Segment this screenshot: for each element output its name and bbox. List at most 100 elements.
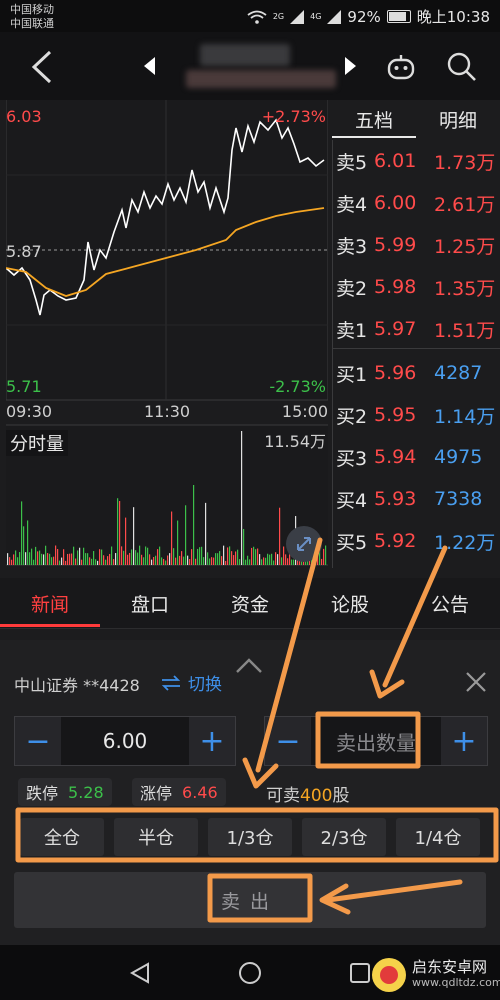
tab-forum[interactable]: 论股: [300, 578, 400, 628]
volume-bar: [67, 553, 69, 565]
level-price: 5.95: [374, 404, 417, 426]
volume-bar: [59, 560, 61, 565]
volume-bar: [253, 546, 255, 565]
collapse-panel-icon[interactable]: [234, 656, 264, 676]
volume-bar: [225, 560, 227, 565]
volume-bar: [145, 546, 147, 565]
volume-bar: [159, 546, 161, 565]
volume-bar: [233, 555, 235, 565]
nav-home-icon[interactable]: [238, 961, 262, 985]
position-half-button[interactable]: 半仓: [114, 818, 198, 856]
tab-market[interactable]: 盘口: [100, 578, 200, 628]
level-label: 卖3: [336, 235, 368, 258]
level-label: 买1: [336, 363, 368, 386]
carrier-2: 中国联通: [10, 17, 54, 30]
chevron-left-icon[interactable]: [30, 50, 54, 84]
tab-announcements[interactable]: 公告: [400, 578, 500, 628]
time-start-label: 09:30: [6, 402, 53, 421]
volume-title: 分时量: [6, 430, 68, 456]
volume-bar: [227, 547, 229, 565]
buy-level-1[interactable]: 买1 5.96 4287: [332, 352, 500, 394]
level-price: 5.99: [374, 234, 417, 256]
volume-bar: [209, 558, 211, 565]
tab-detail[interactable]: 明细: [416, 102, 500, 136]
low-pct-label: -2.73%: [269, 377, 326, 396]
search-icon[interactable]: [447, 52, 477, 82]
prev-stock-icon[interactable]: [142, 56, 156, 76]
volume-bar: [57, 549, 59, 565]
clock: 晚上10:38: [416, 8, 490, 26]
sell-level-5[interactable]: 卖5 6.01 1.73万: [332, 140, 500, 182]
tab-funds[interactable]: 资金: [200, 578, 300, 628]
level-price: 5.94: [374, 446, 417, 468]
buy-level-2[interactable]: 买2 5.95 1.14万: [332, 394, 500, 436]
switch-account-button[interactable]: 切换: [160, 670, 222, 695]
sell-button[interactable]: 卖出: [14, 872, 486, 928]
sell-level-1[interactable]: 卖1 5.97 1.51万: [332, 308, 500, 350]
price-increase-button[interactable]: +: [189, 717, 235, 765]
time-mid-label: 11:30: [144, 402, 191, 421]
intraday-chart[interactable]: 6.03 +2.73% 5.87 5.71 -2.73% 09:30 11:30…: [6, 100, 328, 570]
volume-bar: [195, 558, 197, 565]
volume-bar: [235, 551, 237, 565]
qty-decrease-button[interactable]: −: [265, 717, 311, 765]
volume-bar: [175, 557, 177, 565]
volume-bar: [93, 551, 95, 565]
quantity-input[interactable]: 卖出数量: [311, 717, 441, 765]
robot-icon[interactable]: [386, 52, 416, 82]
buy-level-4[interactable]: 买4 5.93 7338: [332, 478, 500, 520]
quantity-stepper: − 卖出数量 +: [264, 716, 488, 766]
stock-code-blurred: [186, 70, 336, 88]
sell-level-2[interactable]: 卖2 5.98 1.35万: [332, 266, 500, 308]
buy-level-5[interactable]: 买5 5.92 1.22万: [332, 520, 500, 562]
tab-five-levels[interactable]: 五档: [332, 102, 416, 138]
volume-bar: [279, 507, 281, 565]
chart-canvas: [6, 100, 328, 566]
volume-bar: [259, 554, 261, 565]
volume-bar: [137, 552, 139, 565]
price-decrease-button[interactable]: −: [15, 717, 61, 765]
level-label: 买2: [336, 405, 368, 428]
limit-down-label: 跌停: [26, 784, 59, 803]
nav-back-icon[interactable]: [128, 961, 152, 985]
volume-bar: [199, 547, 201, 565]
volume-bar: [49, 553, 51, 565]
close-icon[interactable]: [464, 670, 488, 694]
expand-chart-button[interactable]: [286, 526, 322, 562]
volume-bar: [287, 558, 289, 565]
qty-increase-button[interactable]: +: [441, 717, 487, 765]
volume-bar: [321, 558, 323, 565]
position-full-button[interactable]: 全仓: [20, 818, 104, 856]
volume-bar: [131, 549, 133, 565]
volume-bar: [245, 559, 247, 565]
volume-bar: [189, 559, 191, 565]
level-label: 买4: [336, 489, 368, 512]
volume-bar: [123, 550, 125, 565]
volume-bar: [43, 554, 45, 565]
level-volume: 7338: [434, 488, 483, 510]
nav-recents-icon[interactable]: [348, 961, 372, 985]
next-stock-icon[interactable]: [344, 56, 358, 76]
volume-bar: [187, 555, 189, 565]
tab-news[interactable]: 新闻: [0, 578, 100, 628]
volume-bar: [215, 553, 217, 565]
limit-up-badge: 涨停 6.46: [132, 778, 226, 806]
buy-level-3[interactable]: 买3 5.94 4975: [332, 436, 500, 478]
volume-bar: [113, 559, 115, 565]
volume-bar: [167, 555, 169, 565]
volume-bar: [277, 554, 279, 565]
position-quarter-button[interactable]: 1/4仓: [396, 818, 480, 856]
sell-level-4[interactable]: 卖4 6.00 2.61万: [332, 182, 500, 224]
volume-bar: [97, 560, 99, 565]
volume-bar: [17, 557, 19, 565]
volume-bar: [51, 557, 53, 565]
price-input[interactable]: 6.00: [61, 717, 189, 765]
position-third-button[interactable]: 1/3仓: [208, 818, 292, 856]
limit-up-label: 涨停: [140, 784, 173, 803]
volume-bar: [47, 553, 49, 565]
volume-bar: [325, 545, 327, 565]
sell-level-3[interactable]: 卖3 5.99 1.25万: [332, 224, 500, 266]
volume-bar: [201, 546, 203, 565]
level-price: 6.01: [374, 150, 417, 172]
position-two-thirds-button[interactable]: 2/3仓: [302, 818, 386, 856]
